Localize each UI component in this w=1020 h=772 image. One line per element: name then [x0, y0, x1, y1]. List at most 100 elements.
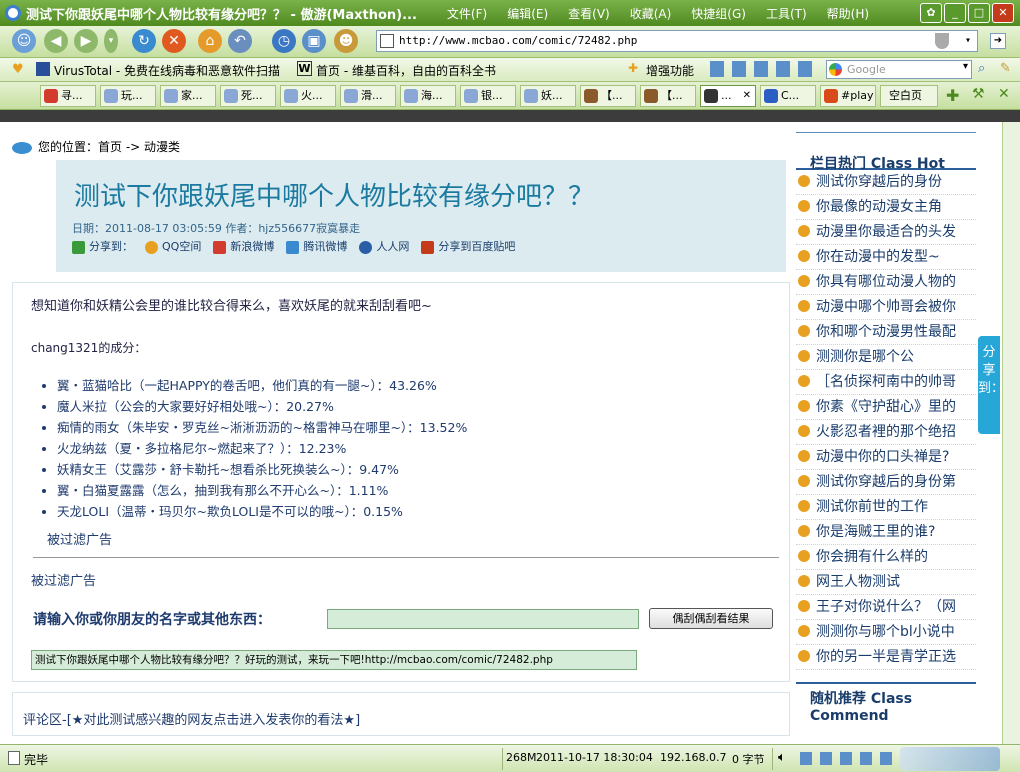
fav-virustotal[interactable]: VirusTotal - 免费在线病毒和恶意软件扫描 [54, 62, 280, 79]
hot-item[interactable]: 测试你穿越后的身份第 [796, 470, 976, 495]
hot-item[interactable]: 测测你是哪个公 [796, 345, 976, 370]
hot-item[interactable]: 你具有哪位动漫人物的 [796, 270, 976, 295]
close-all-icon[interactable]: ✕ [998, 86, 1010, 102]
hot-item[interactable]: 测测你与哪个bl小说中 [796, 620, 976, 645]
share-text-field[interactable]: 测试下你跟妖尾中哪个人物比较有缘分吧？？好玩的测试，来玩一下吧!http://m… [31, 650, 637, 670]
star-icon [798, 300, 810, 312]
share-renren[interactable]: 人人网 [359, 238, 409, 254]
minimize-button[interactable]: _ [944, 3, 966, 23]
star-icon [798, 225, 810, 237]
maximize-button[interactable]: □ [968, 3, 990, 23]
window-title: 测试下你跟妖尾中哪个人物比较有缘分吧？？ - 傲游(Maxthon)... [26, 7, 417, 23]
hot-item[interactable]: 王子对你说什么？（网 [796, 595, 976, 620]
hot-item[interactable]: 你的另一半是青学正选 [796, 645, 976, 670]
tab[interactable]: 家... [160, 85, 216, 107]
tab[interactable]: 玩... [100, 85, 156, 107]
hot-item[interactable]: 测试你穿越后的身份 [796, 170, 976, 195]
status-text: 完毕 [24, 753, 49, 767]
search-box[interactable]: Google ▾ [826, 60, 972, 79]
address-bar[interactable]: http://www.mcbao.com/comic/72482.php ▾ [376, 30, 978, 52]
hot-item[interactable]: 你会拥有什么样的 [796, 545, 976, 570]
user-icon[interactable]: ☺ [12, 29, 36, 53]
hot-item[interactable]: 你在动漫中的发型~ [796, 245, 976, 270]
search-dropdown-icon[interactable]: ▾ [963, 61, 968, 72]
tab[interactable]: 火... [280, 85, 336, 107]
tab[interactable]: 【... [580, 85, 636, 107]
hot-item[interactable]: 火影忍者裡的那个绝招 [796, 420, 976, 445]
stop-icon[interactable]: ✕ [162, 29, 186, 53]
hot-item[interactable]: 网王人物测试 [796, 570, 976, 595]
close-tab-icon[interactable]: ✕ [743, 86, 751, 106]
status-bar: 完毕 268M 2011-10-17 18:30:04 192.168.0.7 … [0, 744, 1020, 772]
hot-item[interactable]: 你最像的动漫女主角 [796, 195, 976, 220]
tab[interactable]: 海... [400, 85, 456, 107]
security-icon[interactable] [935, 33, 949, 49]
tray-icons[interactable] [800, 752, 896, 765]
tab-tools-icon[interactable]: ⚒ [972, 86, 985, 102]
dropdown-icon[interactable]: ▾ [104, 29, 118, 53]
skin-icon[interactable]: ✿ [920, 3, 942, 23]
menu-help[interactable]: 帮助(H) [827, 5, 869, 22]
hot-item[interactable]: 动漫里你最适合的头发 [796, 220, 976, 245]
tab-active[interactable]: ... ✕ [700, 85, 756, 107]
close-window-button[interactable]: ✕ [992, 3, 1014, 23]
menu-tools[interactable]: 工具(T) [766, 5, 807, 22]
tab[interactable]: 空白页 [880, 85, 938, 107]
menu-groups[interactable]: 快捷组(G) [691, 5, 746, 22]
address-dropdown-icon[interactable]: ▾ [965, 31, 971, 51]
result-list: 翼・蓝猫哈比（一起HAPPY的卷舌吧，他们真的有一腿~）：43.26% 魔人米拉… [57, 375, 467, 522]
tab-favicon [644, 89, 658, 103]
menu-file[interactable]: 文件(F) [447, 5, 487, 22]
hot-item[interactable]: 动漫中哪个帅哥会被你 [796, 295, 976, 320]
tab[interactable]: 死... [220, 85, 276, 107]
forward-icon[interactable]: ▶ [74, 29, 98, 53]
random-heading: 随机推荐 Class Commend [796, 682, 976, 734]
volume-icon[interactable]: 🔈︎ [778, 750, 786, 765]
hot-item[interactable]: 你素《守护甜心》里的 [796, 395, 976, 420]
go-icon[interactable]: ➜ [990, 33, 1006, 49]
scratch-result-button[interactable]: 偶刮偶刮看结果 [649, 608, 773, 629]
menu-view[interactable]: 查看(V) [568, 5, 610, 22]
star-icon [798, 175, 810, 187]
new-tab-icon[interactable]: ✚ [946, 86, 959, 105]
tab[interactable]: C... [760, 85, 816, 107]
hot-item[interactable]: 动漫中你的口头禅是? [796, 445, 976, 470]
tool-icons[interactable] [710, 61, 814, 77]
undo-icon[interactable]: ↶ [228, 29, 252, 53]
share-baidu[interactable]: 分享到百度贴吧 [421, 238, 515, 254]
filtered-ad: 被过滤广告 [47, 533, 113, 548]
screenshot-icon[interactable]: ▣ [302, 29, 326, 53]
menu-favorites[interactable]: 收藏(A) [630, 5, 672, 22]
home-icon[interactable]: ⌂ [198, 29, 222, 53]
heart-icon[interactable]: ♥ [12, 62, 24, 77]
floating-share-button[interactable]: 分享到： [978, 336, 1004, 434]
tab[interactable]: 妖... [520, 85, 576, 107]
tab-favicon [704, 89, 718, 103]
fav-wikipedia[interactable]: 首页 - 维基百科，自由的百科全书 [316, 62, 496, 79]
hot-item[interactable]: ［名侦探柯南中的帅哥 [796, 370, 976, 395]
hot-item[interactable]: 测试你前世的工作 [796, 495, 976, 520]
search-icon[interactable]: ⌕ [978, 61, 985, 76]
tab[interactable]: #play [820, 85, 876, 107]
tab[interactable]: 滑... [340, 85, 396, 107]
hot-item[interactable]: 你和哪个动漫男性最配 [796, 320, 976, 345]
hot-item[interactable]: 你是海贼王里的谁? [796, 520, 976, 545]
back-icon[interactable]: ◀ [44, 29, 68, 53]
fav-enhance[interactable]: 增强功能 [646, 62, 694, 79]
share-tencent[interactable]: 腾讯微博 [286, 238, 347, 254]
share-sina[interactable]: 新浪微博 [213, 238, 274, 254]
tab[interactable]: 银... [460, 85, 516, 107]
comment-link[interactable]: 评论区-[★对此测试感兴趣的网友点击进入发表你的看法★] [23, 709, 360, 728]
result-heading: chang1321的成分： [31, 341, 147, 355]
tab[interactable]: 【... [640, 85, 696, 107]
scrollbar[interactable] [1002, 122, 1020, 744]
name-input[interactable] [327, 609, 639, 629]
highlight-icon[interactable]: ✎ [1000, 61, 1011, 76]
tab[interactable]: 寻... [40, 85, 96, 107]
people-icon[interactable]: ☻ [334, 29, 358, 53]
menu-edit[interactable]: 编辑(E) [507, 5, 548, 22]
address-url: http://www.mcbao.com/comic/72482.php [399, 34, 638, 47]
share-qq[interactable]: QQ空间 [145, 238, 201, 254]
history-icon[interactable]: ◷ [272, 29, 296, 53]
refresh-icon[interactable]: ↻ [132, 29, 156, 53]
